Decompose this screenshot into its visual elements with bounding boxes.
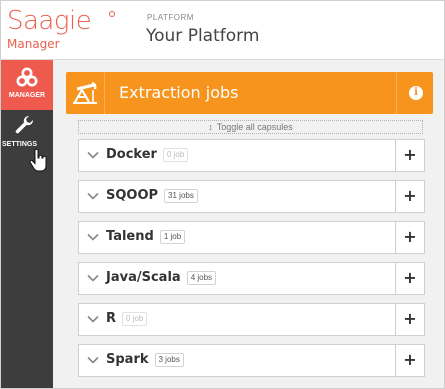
job-name: Java/Scala 4 jobs [106, 269, 217, 287]
toggle-all-capsules-button[interactable]: ↕ Toggle all capsules [78, 120, 423, 134]
job-capsule-r[interactable]: R 0 job + [78, 303, 425, 336]
logo-subtitle: Manager [7, 37, 60, 51]
job-name-text: R [106, 311, 117, 326]
main-content: Extraction jobs i ↕ Toggle all capsules D… [53, 60, 444, 388]
sidebar: MANAGER SETTINGS [1, 60, 53, 388]
header-divider [104, 72, 105, 114]
job-capsule-spark[interactable]: Spark 3 jobs + [78, 344, 425, 377]
add-job-button[interactable]: + [395, 304, 424, 335]
add-job-button[interactable]: + [395, 222, 424, 253]
job-name: Docker 0 job [106, 146, 189, 164]
add-job-button[interactable]: + [395, 181, 424, 212]
app-window: Saagie Manager PLATFORM Your Platform MA… [0, 0, 445, 389]
platform-label: PLATFORM [147, 13, 194, 22]
job-count-badge: 0 job [122, 311, 148, 326]
add-job-button[interactable]: + [395, 140, 424, 171]
wrench-icon [15, 115, 34, 134]
job-name-text: Docker [106, 147, 157, 162]
job-count-badge: 3 jobs [154, 352, 184, 367]
job-capsule-sqoop[interactable]: SQOOP 31 jobs + [78, 180, 425, 213]
job-name-text: Talend [106, 229, 154, 244]
add-job-button[interactable]: + [395, 263, 424, 294]
job-name-text: SQOOP [106, 188, 159, 203]
saagie-logo[interactable]: Saagie [7, 5, 92, 37]
chevron-down-icon [87, 356, 99, 364]
job-name: SQOOP 31 jobs [106, 187, 198, 205]
chevron-down-icon [87, 233, 99, 241]
oil-pump-icon [73, 81, 97, 104]
toggle-all-label: Toggle all capsules [216, 122, 293, 132]
job-name: Spark 3 jobs [106, 351, 184, 369]
expand-collapse-icon: ↕ [208, 122, 213, 132]
job-capsule-docker[interactable]: Docker 0 job + [78, 139, 425, 172]
chevron-down-icon [87, 151, 99, 159]
job-count-badge: 4 jobs [186, 270, 217, 285]
job-name-text: Spark [106, 352, 149, 367]
platform-name[interactable]: Your Platform [146, 25, 259, 47]
info-icon[interactable]: i [409, 86, 423, 100]
chevron-down-icon [87, 315, 99, 323]
hand-cursor-icon [29, 148, 47, 172]
sidebar-item-label: MANAGER [8, 92, 46, 99]
job-capsule-java-scala[interactable]: Java/Scala 4 jobs + [78, 262, 425, 295]
job-name: R 0 job [106, 310, 148, 328]
logo-registered-mark [109, 11, 115, 17]
job-count-badge: 1 job [159, 229, 186, 244]
sidebar-item-manager[interactable]: MANAGER [1, 60, 53, 110]
add-job-button[interactable]: + [395, 345, 424, 376]
chevron-down-icon [87, 192, 99, 200]
job-name-text: Java/Scala [106, 270, 181, 285]
job-count-badge: 0 job [162, 147, 189, 162]
job-count-badge: 31 jobs [164, 188, 198, 203]
biohazard-icon [16, 67, 38, 87]
extraction-jobs-header[interactable]: Extraction jobs i [66, 72, 433, 114]
header-divider [396, 72, 397, 114]
panel-title: Extraction jobs [119, 83, 239, 102]
job-capsule-talend[interactable]: Talend 1 job + [78, 221, 425, 254]
job-name: Talend 1 job [106, 228, 186, 246]
chevron-down-icon [87, 274, 99, 282]
app-header: Saagie Manager PLATFORM Your Platform [1, 1, 444, 60]
info-icon-glyph: i [414, 87, 418, 98]
